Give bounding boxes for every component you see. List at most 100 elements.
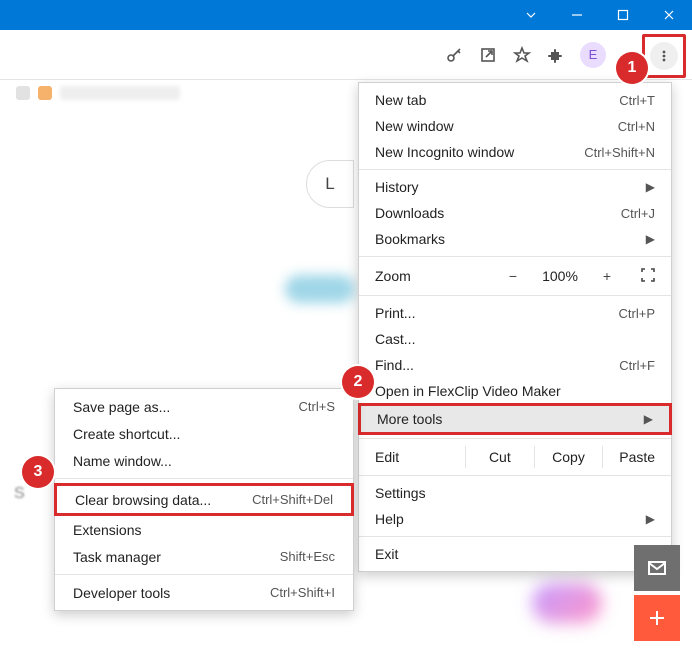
fullscreen-button[interactable] xyxy=(641,268,655,285)
annotation-badge-2: 2 xyxy=(342,366,374,398)
menu-item-bookmarks[interactable]: Bookmarks ▶ xyxy=(359,226,671,252)
menu-label: Save page as... xyxy=(73,399,170,415)
menu-label: Open in FlexClip Video Maker xyxy=(375,383,561,399)
bookmark-favicon[interactable] xyxy=(16,86,30,100)
zoom-value: 100% xyxy=(537,268,583,284)
menu-shortcut: Ctrl+J xyxy=(621,206,655,221)
submenu-item-save-page[interactable]: Save page as... Ctrl+S xyxy=(55,393,353,420)
highlight-box-1 xyxy=(642,34,686,78)
submenu-item-extensions[interactable]: Extensions xyxy=(55,516,353,543)
zoom-in-button[interactable]: + xyxy=(597,268,617,284)
maximize-button[interactable] xyxy=(600,0,646,30)
menu-item-new-tab[interactable]: New tab Ctrl+T xyxy=(359,87,671,113)
submenu-item-name-window[interactable]: Name window... xyxy=(55,447,353,474)
profile-avatar[interactable]: E xyxy=(580,42,606,68)
chevron-right-icon: ▶ xyxy=(646,232,655,246)
submenu-item-clear-browsing-data[interactable]: Clear browsing data... Ctrl+Shift+Del xyxy=(57,486,351,513)
menu-shortcut: Ctrl+F xyxy=(619,358,655,373)
star-icon[interactable] xyxy=(512,45,532,65)
menu-label: New window xyxy=(375,118,454,134)
copy-button[interactable]: Copy xyxy=(534,446,603,468)
browser-toolbar: E xyxy=(0,30,692,80)
page-content-blurred xyxy=(532,583,602,623)
menu-item-flexclip[interactable]: Open in FlexClip Video Maker xyxy=(359,378,671,404)
menu-label: Bookmarks xyxy=(375,231,445,247)
cut-button[interactable]: Cut xyxy=(465,446,534,468)
submenu-item-task-manager[interactable]: Task manager Shift+Esc xyxy=(55,543,353,570)
page-content-blurred xyxy=(285,275,355,303)
zoom-label: Zoom xyxy=(375,268,411,284)
annotation-badge-3: 3 xyxy=(22,456,54,488)
more-tools-submenu: Save page as... Ctrl+S Create shortcut...… xyxy=(54,388,354,611)
menu-item-find[interactable]: Find... Ctrl+F xyxy=(359,352,671,378)
menu-shortcut: Ctrl+Shift+I xyxy=(270,585,335,600)
menu-label: Exit xyxy=(375,546,398,562)
highlight-box-3: Clear browsing data... Ctrl+Shift+Del xyxy=(54,483,354,516)
menu-label: New tab xyxy=(375,92,426,108)
menu-item-new-window[interactable]: New window Ctrl+N xyxy=(359,113,671,139)
page-content-blurred: L xyxy=(306,160,354,208)
menu-separator xyxy=(55,574,353,575)
add-fab[interactable] xyxy=(634,595,680,641)
menu-label: Developer tools xyxy=(73,585,170,601)
menu-item-zoom: Zoom − 100% + xyxy=(359,261,671,291)
highlight-box-2: More tools ▶ xyxy=(358,403,672,435)
menu-item-cast[interactable]: Cast... xyxy=(359,326,671,352)
menu-item-print[interactable]: Print... Ctrl+P xyxy=(359,300,671,326)
menu-shortcut: Ctrl+T xyxy=(619,93,655,108)
menu-shortcut: Ctrl+P xyxy=(619,306,655,321)
menu-separator xyxy=(359,536,671,537)
menu-item-downloads[interactable]: DownloadsCtrl+J xyxy=(359,200,671,226)
chevron-right-icon: ▶ xyxy=(646,180,655,194)
menu-separator xyxy=(55,478,353,479)
zoom-out-button[interactable]: − xyxy=(503,268,523,284)
menu-shortcut: Ctrl+Shift+N xyxy=(584,145,655,160)
extensions-icon[interactable] xyxy=(546,45,566,65)
menu-label: Print... xyxy=(375,305,415,321)
menu-label: New Incognito window xyxy=(375,144,514,160)
menu-label: Help xyxy=(375,511,404,527)
menu-label: Clear browsing data... xyxy=(75,492,211,508)
page-content-blurred: S xyxy=(14,485,25,503)
menu-shortcut: Ctrl+S xyxy=(299,399,335,414)
menu-separator xyxy=(359,438,671,439)
menu-label: Create shortcut... xyxy=(73,426,180,442)
menu-label: Settings xyxy=(375,485,426,501)
main-menu: New tab Ctrl+T New window Ctrl+N New Incog… xyxy=(358,82,672,572)
menu-label: Name window... xyxy=(73,453,172,469)
submenu-item-create-shortcut[interactable]: Create shortcut... xyxy=(55,420,353,447)
menu-label: Find... xyxy=(375,357,414,373)
annotation-badge-1: 1 xyxy=(616,52,648,84)
submenu-item-developer-tools[interactable]: Developer tools Ctrl+Shift+I xyxy=(55,579,353,606)
menu-button[interactable] xyxy=(650,42,678,70)
menu-separator xyxy=(359,256,671,257)
menu-shortcut: Ctrl+N xyxy=(618,119,655,134)
menu-item-history[interactable]: History ▶ xyxy=(359,174,671,200)
menu-label: Task manager xyxy=(73,549,161,565)
bookmark-label-blurred xyxy=(60,86,180,100)
menu-item-settings[interactable]: Settings xyxy=(359,480,671,506)
menu-shortcut: Ctrl+Shift+Del xyxy=(252,492,333,507)
menu-item-new-incognito[interactable]: New Incognito window Ctrl+Shift+N xyxy=(359,139,671,165)
menu-label: Cast... xyxy=(375,331,415,347)
menu-item-help[interactable]: Help▶ xyxy=(359,506,671,532)
menu-item-exit[interactable]: Exit xyxy=(359,541,671,567)
bookmark-favicon[interactable] xyxy=(38,86,52,100)
menu-label: History xyxy=(375,179,419,195)
window-titlebar xyxy=(0,0,692,30)
key-icon[interactable] xyxy=(444,45,464,65)
menu-separator xyxy=(359,295,671,296)
chevron-right-icon: ▶ xyxy=(644,412,653,426)
mail-fab[interactable] xyxy=(634,545,680,591)
menu-separator xyxy=(359,475,671,476)
menu-shortcut: Shift+Esc xyxy=(280,549,335,564)
paste-button[interactable]: Paste xyxy=(602,446,671,468)
menu-item-more-tools[interactable]: More tools ▶ xyxy=(361,406,669,432)
menu-label: Extensions xyxy=(73,522,141,538)
menu-item-edit: Edit Cut Copy Paste xyxy=(359,443,671,471)
minimize-button[interactable] xyxy=(554,0,600,30)
tab-dropdown-icon[interactable] xyxy=(508,0,554,30)
menu-label: More tools xyxy=(377,411,442,427)
close-button[interactable] xyxy=(646,0,692,30)
share-icon[interactable] xyxy=(478,45,498,65)
